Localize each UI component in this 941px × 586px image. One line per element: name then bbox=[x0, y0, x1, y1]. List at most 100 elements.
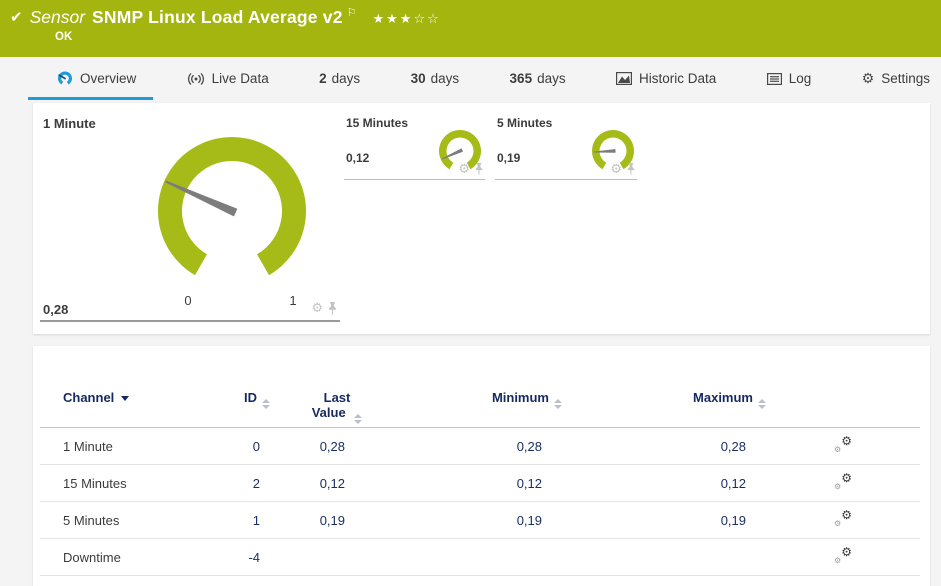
tab-settings-label: Settings bbox=[881, 71, 930, 86]
tab-historic-data-label: Historic Data bbox=[639, 71, 717, 86]
channel-name: 15 Minutes bbox=[40, 464, 230, 502]
tab-365-days[interactable]: 365 days bbox=[510, 57, 566, 100]
small-gear-glyph: ⚙ bbox=[834, 482, 842, 491]
column-header-maximum-label: Maximum bbox=[693, 390, 753, 405]
channel-id: -4 bbox=[230, 538, 270, 576]
tab-log[interactable]: Log bbox=[766, 57, 812, 100]
gauge-value: 0,28 bbox=[43, 302, 69, 317]
small-gear-glyph: ⚙ bbox=[834, 519, 842, 528]
sort-arrows-icon bbox=[262, 399, 270, 409]
channel-id: 2 bbox=[230, 464, 270, 502]
channel-minimum: 0,12 bbox=[365, 464, 562, 502]
channel-name: Downtime bbox=[40, 538, 230, 576]
gauges-panel: 1 Minute 0 1 0,28 ⚙ 15 Minutes 0,12 ⚙ 5 … bbox=[33, 103, 930, 334]
tab-log-label: Log bbox=[788, 71, 812, 86]
channel-maximum: 0,28 bbox=[562, 427, 766, 465]
sensor-overview-content: 1 Minute 0 1 0,28 ⚙ 15 Minutes 0,12 ⚙ 5 … bbox=[0, 103, 941, 586]
channel-settings-icon[interactable]: ⚙ ⚙ bbox=[834, 471, 852, 491]
tab-overview[interactable]: Overview bbox=[27, 57, 154, 100]
column-header-minimum[interactable]: Minimum bbox=[365, 384, 562, 428]
status-check-icon: ✔ bbox=[10, 8, 23, 26]
sensor-tabbar: Overview Live Data 2 days 30 days 365 da… bbox=[0, 57, 941, 100]
gauge-scale-max: 1 bbox=[289, 293, 297, 308]
tab-2-days[interactable]: 2 days bbox=[319, 57, 360, 100]
log-list-icon bbox=[766, 72, 782, 85]
column-header-id[interactable]: ID bbox=[230, 384, 270, 428]
tab-365-days-unit: days bbox=[537, 71, 566, 86]
historic-data-chart-icon bbox=[616, 72, 633, 85]
gauge-title: 5 Minutes bbox=[497, 116, 553, 130]
table-row-15-minutes: 15 Minutes 2 0,12 0,12 0,12 ⚙ ⚙ bbox=[40, 464, 920, 502]
channel-table-panel: Channel ID Last Value Minimum Maximum 1 … bbox=[33, 346, 930, 586]
channel-last-value: 0,28 bbox=[270, 427, 365, 465]
gauge-title: 15 Minutes bbox=[346, 116, 409, 130]
channel-last-value bbox=[270, 538, 365, 576]
gauge-pin-icon[interactable] bbox=[474, 163, 484, 176]
sensor-header: ✔ Sensor SNMP Linux Load Average v2 ⚐ ★★… bbox=[0, 0, 941, 57]
tab-2-days-value: 2 bbox=[319, 71, 327, 86]
channel-id: 0 bbox=[230, 427, 270, 465]
channel-last-value: 0,19 bbox=[270, 501, 365, 539]
channel-name: 1 Minute bbox=[40, 427, 230, 465]
channel-last-value: 0,12 bbox=[270, 464, 365, 502]
sort-arrows-icon bbox=[554, 399, 562, 409]
gauge-settings-gear-icon[interactable]: ⚙ bbox=[610, 162, 622, 177]
tab-historic-data[interactable]: Historic Data bbox=[616, 57, 716, 100]
sort-arrows-icon bbox=[354, 414, 363, 424]
tab-365-days-value: 365 bbox=[509, 71, 533, 86]
gauge-dial bbox=[158, 137, 306, 276]
channel-settings-icon[interactable]: ⚙ ⚙ bbox=[834, 545, 852, 565]
channel-minimum: 0,19 bbox=[365, 501, 562, 539]
column-header-last-value-label: Last Value bbox=[311, 390, 351, 420]
sensor-title: SNMP Linux Load Average v2 bbox=[92, 7, 343, 27]
gauge-title: 1 Minute bbox=[43, 116, 96, 131]
big-gear-glyph: ⚙ bbox=[841, 545, 852, 559]
table-row-1-minute: 1 Minute 0 0,28 0,28 0,28 ⚙ ⚙ bbox=[40, 427, 920, 465]
column-header-last-value[interactable]: Last Value bbox=[270, 384, 365, 428]
gauge-value: 0,12 bbox=[346, 151, 370, 165]
gauge-15-minutes: 15 Minutes 0,12 ⚙ bbox=[344, 103, 485, 180]
tab-30-days-unit: days bbox=[430, 71, 460, 86]
channel-id: 1 bbox=[230, 501, 270, 539]
tab-live-data[interactable]: Live Data bbox=[187, 57, 269, 100]
tab-settings[interactable]: ⚙ Settings bbox=[862, 57, 930, 100]
big-gear-glyph: ⚙ bbox=[841, 471, 852, 485]
channel-minimum: 0,28 bbox=[365, 427, 562, 465]
status-badge-ok: OK bbox=[55, 31, 73, 43]
channel-maximum: 0,12 bbox=[562, 464, 766, 502]
channel-maximum: 0,19 bbox=[562, 501, 766, 539]
gauge-settings-gear-icon[interactable]: ⚙ bbox=[311, 301, 323, 316]
table-row-downtime: Downtime -4 ⚙ ⚙ bbox=[40, 538, 920, 576]
channel-settings-icon[interactable]: ⚙ ⚙ bbox=[834, 508, 852, 528]
column-header-id-label: ID bbox=[244, 390, 257, 405]
tab-2-days-unit: days bbox=[331, 71, 361, 86]
sensor-title-row: ✔ Sensor SNMP Linux Load Average v2 ⚐ ★★… bbox=[0, 6, 941, 28]
overview-gauge-icon bbox=[58, 71, 72, 85]
gauge-pin-icon[interactable] bbox=[327, 301, 338, 316]
big-gear-glyph: ⚙ bbox=[841, 434, 852, 448]
column-header-channel[interactable]: Channel bbox=[40, 384, 230, 428]
stars-filled[interactable]: ★★★ bbox=[373, 12, 414, 27]
sensor-kind-label: Sensor bbox=[29, 7, 86, 27]
column-header-minimum-label: Minimum bbox=[491, 390, 549, 405]
gauge-settings-gear-icon[interactable]: ⚙ bbox=[458, 162, 470, 177]
gauge-arc bbox=[158, 137, 306, 276]
settings-gear-icon: ⚙ bbox=[861, 70, 875, 87]
gauge-1-minute: 1 Minute 0 1 0,28 ⚙ bbox=[40, 103, 340, 322]
small-gear-glyph: ⚙ bbox=[834, 445, 842, 454]
gauge-5-minutes: 5 Minutes 0,19 ⚙ bbox=[495, 103, 637, 180]
big-gear-glyph: ⚙ bbox=[841, 508, 852, 522]
stars-empty[interactable]: ☆☆ bbox=[413, 12, 440, 27]
priority-flag-icon[interactable]: ⚐ bbox=[347, 6, 357, 19]
column-header-channel-label: Channel bbox=[63, 390, 115, 405]
tab-live-data-label: Live Data bbox=[211, 71, 269, 86]
live-data-broadcast-icon bbox=[187, 72, 204, 85]
gauge-pin-icon[interactable] bbox=[626, 163, 636, 176]
channel-minimum bbox=[365, 538, 562, 576]
column-header-maximum[interactable]: Maximum bbox=[562, 384, 766, 428]
tab-30-days[interactable]: 30 days bbox=[411, 57, 460, 100]
channel-table-header-row: Channel ID Last Value Minimum Maximum bbox=[40, 384, 920, 428]
tab-overview-label: Overview bbox=[80, 71, 137, 86]
priority-rating-stars[interactable]: ★★★☆☆ bbox=[373, 12, 441, 27]
channel-settings-icon[interactable]: ⚙ ⚙ bbox=[834, 434, 852, 454]
